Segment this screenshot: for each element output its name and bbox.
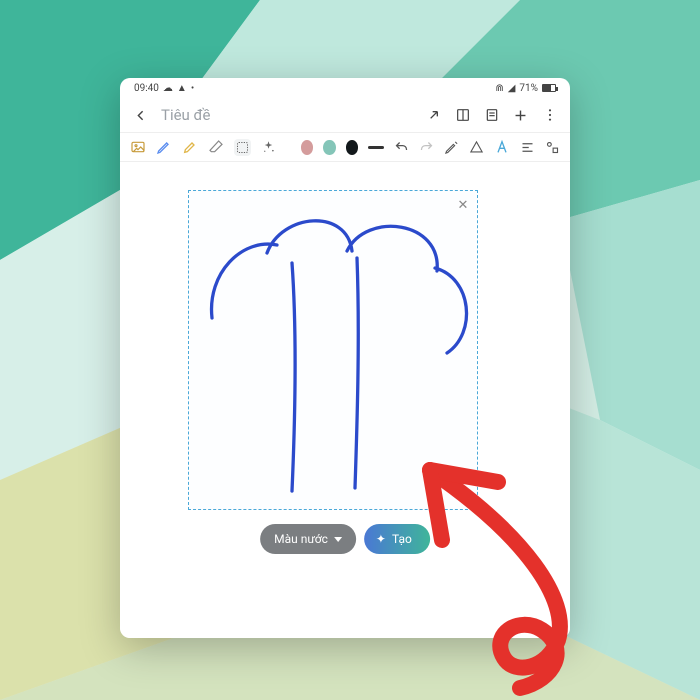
app-header: Tiêu đề: [120, 98, 570, 132]
undo-button[interactable]: [394, 139, 409, 156]
redo-button[interactable]: [419, 139, 434, 156]
color-swatch-2[interactable]: [323, 140, 335, 155]
fullscreen-button[interactable]: [425, 107, 442, 124]
status-battery-icon: [542, 84, 556, 92]
sparkle-icon: ✦: [376, 532, 386, 546]
ai-tool[interactable]: [261, 139, 276, 156]
page-manager-button[interactable]: [483, 107, 500, 124]
status-wifi-icon: ⋒: [495, 83, 503, 94]
add-button[interactable]: [512, 107, 529, 124]
color-swatch-3[interactable]: [346, 140, 358, 155]
status-signal-icon: ◢: [508, 83, 516, 94]
reading-mode-button[interactable]: [454, 107, 471, 124]
note-title[interactable]: Tiêu đề: [161, 106, 210, 124]
more-button[interactable]: [541, 107, 558, 124]
handwriting-to-text-tool[interactable]: [444, 139, 459, 156]
color-swatch-1[interactable]: [301, 140, 313, 155]
eraser-tool[interactable]: [208, 139, 224, 156]
back-button[interactable]: [132, 107, 149, 124]
lasso-select-tool[interactable]: [234, 139, 251, 156]
ai-action-bar: Màu nước ✦ Tạo: [260, 524, 430, 554]
status-cloud-icon: ☁: [163, 83, 173, 94]
insert-image-tool[interactable]: [130, 139, 146, 156]
stroke-thickness[interactable]: [368, 139, 384, 156]
pen-tool[interactable]: [156, 139, 172, 156]
create-button[interactable]: ✦ Tạo: [364, 524, 430, 554]
status-album-icon: ▲: [177, 83, 187, 94]
status-dot-icon: •: [191, 83, 194, 94]
style-dropdown[interactable]: Màu nước: [260, 524, 356, 554]
selection-box[interactable]: ✕: [188, 190, 478, 510]
create-label: Tạo: [392, 532, 412, 546]
align-tool[interactable]: [520, 139, 535, 156]
font-style-tool[interactable]: [494, 139, 510, 156]
status-time: 09:40: [134, 83, 159, 94]
style-label: Màu nước: [274, 532, 328, 546]
chevron-down-icon: [334, 537, 342, 542]
drawing-canvas[interactable]: ✕ Màu nước ✦ Tạo: [120, 162, 570, 638]
toolbar: [120, 132, 570, 162]
status-battery-text: 71%: [519, 83, 538, 94]
notes-app-window: 09:40 ☁ ▲ • ⋒ ◢ 71% Tiêu đề: [120, 78, 570, 638]
highlighter-tool[interactable]: [182, 139, 198, 156]
transform-tool[interactable]: [545, 139, 560, 156]
user-sketch: [197, 203, 477, 503]
shape-tool[interactable]: [469, 139, 484, 156]
status-bar: 09:40 ☁ ▲ • ⋒ ◢ 71%: [120, 78, 570, 98]
